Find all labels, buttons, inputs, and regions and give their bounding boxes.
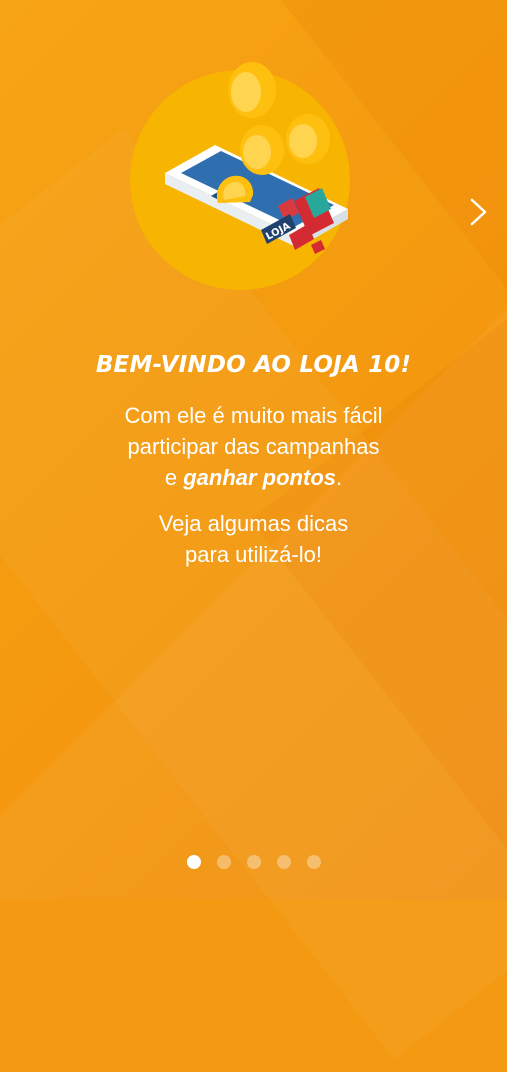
chevron-right-icon (470, 198, 487, 226)
page-dot-2[interactable] (216, 855, 231, 869)
description-line-1: Com ele é muito mais fácil (124, 403, 383, 428)
description-line-3-prefix: e (164, 465, 184, 490)
welcome-description: Com ele é muito mais fácil participar da… (0, 400, 507, 493)
welcome-illustration: LOJA (120, 55, 370, 305)
page-dot-3[interactable] (246, 855, 261, 869)
tips-line-2: para utilizá-lo! (185, 542, 322, 567)
description-line-3-suffix: . (336, 465, 343, 490)
earn-points-text: ganhar pontos (183, 465, 336, 490)
welcome-content: BEM-VINDO AO LOJA 10! Com ele é muito ma… (0, 348, 507, 570)
page-dot-5[interactable] (306, 855, 321, 869)
description-line-2: participar das campanhas (127, 434, 380, 459)
next-page-button[interactable] (469, 197, 489, 227)
welcome-title: BEM-VINDO AO LOJA 10! (95, 352, 412, 378)
page-indicator (0, 855, 507, 869)
tips-line-1: Veja algumas dicas (158, 511, 349, 536)
page-dot-4[interactable] (276, 855, 291, 869)
page-dot-1[interactable] (186, 855, 201, 869)
tips-text: Veja algumas dicas para utilizá-lo! (0, 508, 507, 570)
